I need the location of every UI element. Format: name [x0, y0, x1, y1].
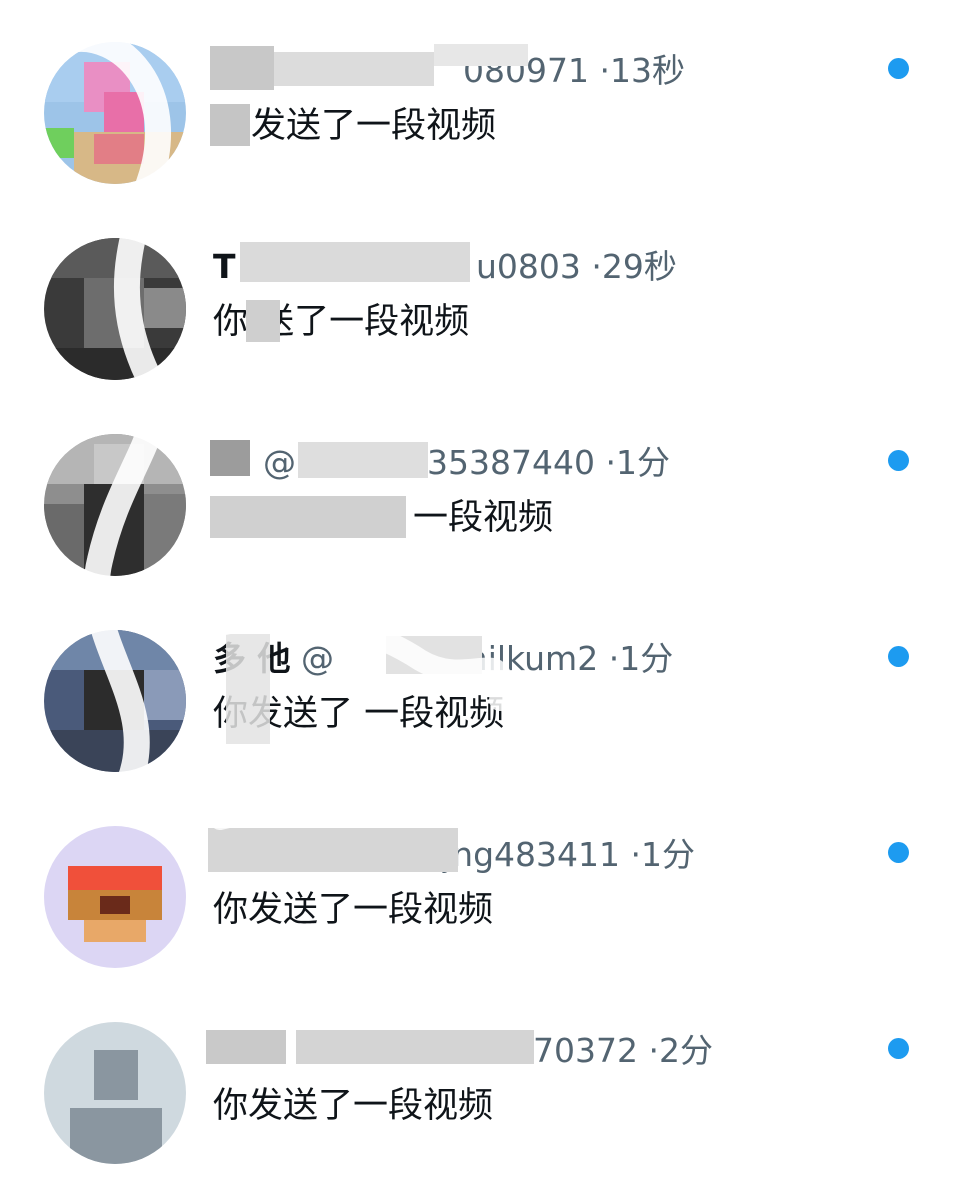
conversation-header: @535387440 ·1分 [213, 442, 670, 484]
timestamp: 29秒 [601, 247, 677, 286]
message-preview: 发送了一段视频 [251, 106, 497, 146]
separator: · [599, 51, 610, 90]
privacy-mask [298, 442, 428, 478]
handle: jng483411 [443, 835, 621, 874]
conversation-row[interactable]: 多 他 @aAnilkum2 ·1分 你发送了 一段视频 [0, 588, 953, 784]
handle-prefix: @ [263, 443, 296, 482]
avatar[interactable] [44, 42, 186, 184]
unread-dot-icon [888, 1038, 909, 1059]
timestamp: 1分 [615, 443, 670, 482]
privacy-mask [240, 242, 470, 282]
message-preview: 你发送了一段视频 [213, 890, 494, 930]
conversation-row[interactable]: 080971 ·13秒 发送了一段视频 [0, 0, 953, 196]
separator: · [648, 1031, 659, 1070]
conversation-row[interactable]: @535387440 ·1分 一段视频 [0, 392, 953, 588]
handle-prefix: @ [301, 639, 334, 678]
avatar[interactable] [44, 238, 186, 380]
privacy-mask [226, 634, 270, 744]
privacy-mask [434, 44, 528, 66]
conversation-row[interactable]: jng483411 ·1分 你发送了一段视频 [0, 784, 953, 980]
unread-dot-icon [888, 842, 909, 863]
separator: · [605, 443, 616, 482]
timestamp: 2分 [658, 1031, 713, 1070]
separator: · [591, 247, 602, 286]
handle: 70372 [533, 1031, 638, 1070]
timestamp: 1分 [619, 639, 674, 678]
privacy-mask [208, 828, 458, 872]
avatar[interactable] [44, 1022, 186, 1164]
handle: 535387440 [406, 443, 595, 482]
timestamp: 1分 [641, 835, 696, 874]
avatar[interactable] [44, 826, 186, 968]
conversation-row[interactable]: T u0803 ·29秒 你 送了一段视频 [0, 196, 953, 392]
avatar[interactable] [44, 434, 186, 576]
privacy-mask [386, 636, 482, 674]
separator: · [630, 835, 642, 874]
privacy-mask [246, 300, 280, 342]
separator: · [608, 639, 620, 678]
privacy-mask [210, 104, 250, 146]
privacy-mask [296, 1030, 534, 1064]
unread-dot-icon [888, 450, 909, 471]
unread-dot-icon [888, 58, 909, 79]
unread-dot-icon [888, 646, 909, 667]
privacy-mask [210, 496, 406, 538]
timestamp: 13秒 [609, 51, 685, 90]
message-preview: 你发送了一段视频 [213, 1086, 494, 1126]
avatar[interactable] [44, 630, 186, 772]
display-name: T [213, 247, 236, 286]
privacy-mask [210, 46, 274, 90]
conversation-row[interactable]: 70372 ·2分 你发送了一段视频 [0, 980, 953, 1176]
privacy-mask [210, 440, 250, 476]
privacy-mask [274, 52, 434, 86]
conversation-list: 080971 ·13秒 发送了一段视频 T u0803 ·29秒 你 送了一段视… [0, 0, 953, 1200]
privacy-mask [206, 1030, 286, 1064]
handle: u0803 [476, 247, 581, 286]
